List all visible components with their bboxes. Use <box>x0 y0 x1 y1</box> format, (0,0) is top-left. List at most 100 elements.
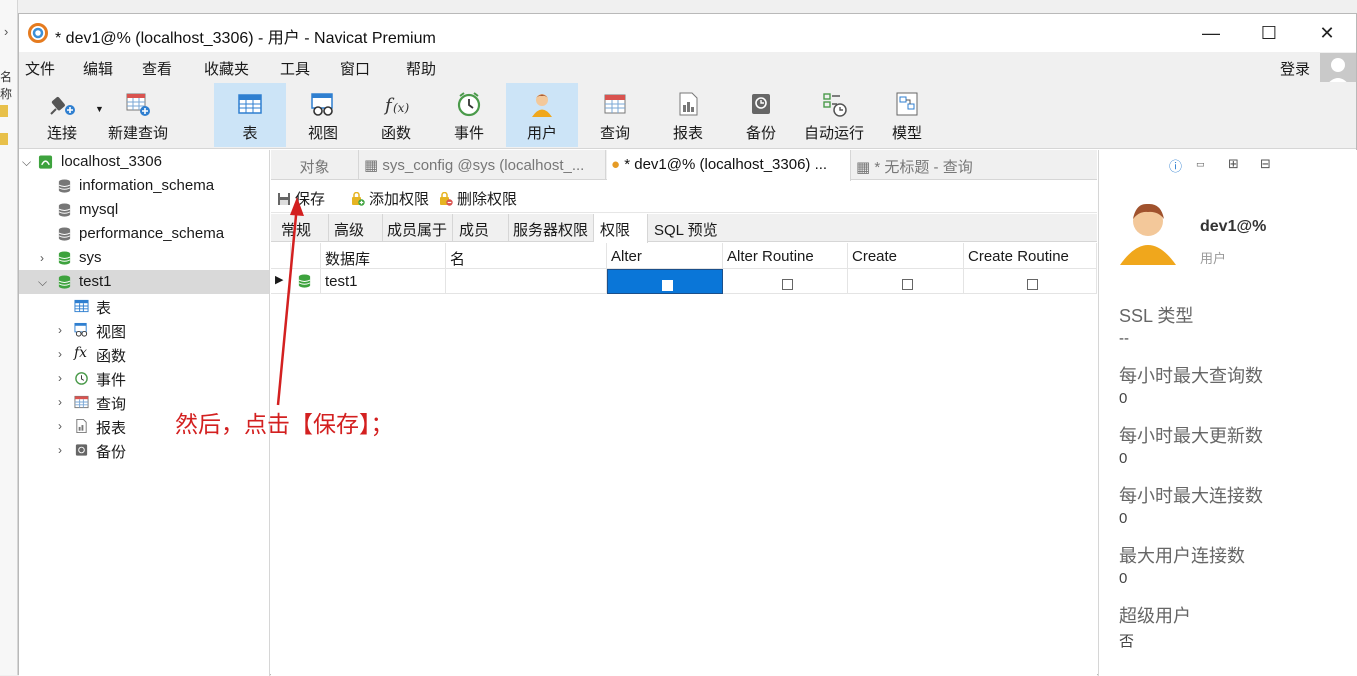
chevron-right-icon[interactable]: › <box>58 419 62 433</box>
tab-objects[interactable]: 对象 <box>271 150 359 180</box>
toolbar-automation-button[interactable]: 自动运行 <box>798 83 870 147</box>
tab-label: * 无标题 - 查询 <box>874 159 973 176</box>
tab-general[interactable]: 常规 <box>271 214 329 242</box>
cell-database[interactable]: test1 <box>321 269 446 294</box>
table-row <box>291 269 321 294</box>
database-icon <box>58 251 71 265</box>
document-tabs: 对象 ▦ sys_config @sys (localhost_... ● * … <box>271 150 1097 181</box>
property-tabs: 常规 高级 成员属于 成员 服务器权限 权限 SQL 预览 <box>271 214 1097 243</box>
event-clock-icon <box>75 372 88 385</box>
er-diagram-icon[interactable]: ⊞ <box>1228 156 1239 172</box>
tree-item-tables[interactable]: 表 <box>19 294 269 318</box>
info-icon[interactable]: ⓘ <box>1169 156 1182 175</box>
checkbox[interactable] <box>661 280 673 291</box>
column-header-create-routine[interactable]: Create Routine <box>964 243 1097 269</box>
ddl-icon[interactable]: ▭ <box>1196 159 1205 170</box>
toolbar-view-button[interactable]: 视图 <box>287 83 359 147</box>
chevron-down-icon[interactable]: ⌵ <box>38 275 47 290</box>
toolbar-report-button[interactable]: 报表 <box>652 83 724 147</box>
toolbar-connect-button[interactable]: 连接 <box>29 83 95 147</box>
minimize-button[interactable]: — <box>1182 14 1240 52</box>
menu-edit[interactable]: 编辑 <box>83 58 113 79</box>
login-link[interactable]: 登录 <box>1280 58 1310 79</box>
cell-alter-routine-checkbox[interactable] <box>723 269 848 294</box>
menu-file[interactable]: 文件 <box>25 58 55 79</box>
menu-view[interactable]: 查看 <box>142 58 172 79</box>
close-button[interactable]: ✕ <box>1298 14 1356 52</box>
cell-name[interactable] <box>446 269 607 294</box>
tree-item-views[interactable]: › 视图 <box>19 318 269 342</box>
checkbox[interactable] <box>902 279 913 290</box>
checkbox[interactable] <box>1026 279 1038 290</box>
dropdown-arrow-icon[interactable]: ▼ <box>95 104 104 114</box>
toolbar-event-button[interactable]: 事件 <box>433 83 505 147</box>
cell-alter-checkbox[interactable] <box>607 269 723 294</box>
chevron-right-icon[interactable]: › <box>40 251 44 265</box>
superuser-value: 否 <box>1119 633 1135 650</box>
tab-user-dev1[interactable]: ● * dev1@% (localhost_3306) ... <box>607 150 851 181</box>
toolbar-model-button[interactable]: 模型 <box>871 83 943 147</box>
cell-create-routine-checkbox[interactable] <box>964 269 1097 294</box>
tree-db-test1[interactable]: ⌵ test1 <box>19 270 269 294</box>
tab-sys-config[interactable]: ▦ sys_config @sys (localhost_... <box>360 150 606 180</box>
connect-icon <box>50 97 75 115</box>
chevron-right-icon[interactable]: › <box>58 395 62 409</box>
column-header-create[interactable]: Create <box>848 243 964 269</box>
tree-item-functions[interactable]: › fx 函数 <box>19 342 269 366</box>
chevron-right-icon[interactable]: › <box>58 371 62 385</box>
maximize-button[interactable]: ☐ <box>1240 14 1298 52</box>
current-row-indicator-icon: ▶ <box>271 269 291 294</box>
menu-favorites[interactable]: 收藏夹 <box>204 58 249 79</box>
row-header-column <box>271 243 291 269</box>
menu-help[interactable]: 帮助 <box>406 58 436 79</box>
add-privilege-button[interactable]: 添加权限 <box>351 188 429 209</box>
column-header-name[interactable]: 名 <box>446 243 607 269</box>
tab-untitled-query[interactable]: ▦ * 无标题 - 查询 <box>852 150 1097 180</box>
column-header-database[interactable]: 数据库 <box>321 243 446 269</box>
tree-item-events[interactable]: › 事件 <box>19 366 269 390</box>
chevron-right-icon[interactable]: › <box>58 443 62 457</box>
layout-icon[interactable]: ⊟ <box>1260 156 1271 172</box>
tree-db-performance-schema[interactable]: performance_schema <box>19 222 269 246</box>
report-icon <box>76 418 87 434</box>
chevron-right-icon[interactable]: › <box>58 347 62 361</box>
table-icon <box>238 94 262 114</box>
database-icon <box>58 179 71 193</box>
toolbar-function-button[interactable]: f (x) 函数 <box>360 83 432 147</box>
tab-members[interactable]: 成员 <box>453 214 509 242</box>
menu-window[interactable]: 窗口 <box>340 58 370 79</box>
chevron-right-icon[interactable]: › <box>58 323 62 337</box>
column-header-alter[interactable]: Alter <box>607 243 723 269</box>
menu-tools[interactable]: 工具 <box>280 58 310 79</box>
tree-item-backups[interactable]: › 备份 <box>19 438 269 462</box>
max-connections-value: 0 <box>1119 510 1128 527</box>
tree-connection-localhost[interactable]: ⌵ localhost_3306 <box>19 150 269 174</box>
tree-db-information-schema[interactable]: information_schema <box>19 174 269 198</box>
title-bar: * dev1@% (localhost_3306) - 用户 - Navicat… <box>19 14 1356 52</box>
tab-advanced[interactable]: 高级 <box>329 214 383 242</box>
tab-server-privileges[interactable]: 服务器权限 <box>509 214 594 242</box>
user-icon: ● <box>611 156 621 173</box>
checkbox[interactable] <box>781 279 793 290</box>
save-button[interactable]: 保存 <box>277 188 325 209</box>
tree-db-mysql[interactable]: mysql <box>19 198 269 222</box>
automation-icon <box>823 93 847 117</box>
folder-icon <box>0 133 8 145</box>
cell-create-checkbox[interactable] <box>848 269 964 294</box>
tree-db-sys[interactable]: › sys <box>19 246 269 270</box>
toolbar-new-query-button[interactable]: 新建查询 <box>105 83 171 147</box>
superuser-label: 超级用户 <box>1119 606 1191 626</box>
toolbar-backup-button[interactable]: 备份 <box>725 83 797 147</box>
toolbar-query-button[interactable]: 查询 <box>579 83 651 147</box>
tab-member-of[interactable]: 成员属于 <box>383 214 453 242</box>
info-panel: ⓘ ▭ ⊞ ⊟ dev1@% 用户 SSL 类型 -- 每小时最大查询数 0 每… <box>1098 150 1357 676</box>
column-header-alter-routine[interactable]: Alter Routine <box>723 243 848 269</box>
menu-bar: 文件 编辑 查看 收藏夹 工具 窗口 帮助 登录 <box>19 52 1356 87</box>
chevron-down-icon[interactable]: ⌵ <box>22 155 31 170</box>
toolbar-table-button[interactable]: 表 <box>214 83 286 147</box>
delete-privilege-button[interactable]: 删除权限 <box>439 188 517 209</box>
tab-privileges[interactable]: 权限 <box>594 214 648 243</box>
max-updates-value: 0 <box>1119 450 1128 467</box>
tab-sql-preview[interactable]: SQL 预览 <box>648 214 723 242</box>
toolbar-user-button[interactable]: 用户 <box>506 83 578 147</box>
